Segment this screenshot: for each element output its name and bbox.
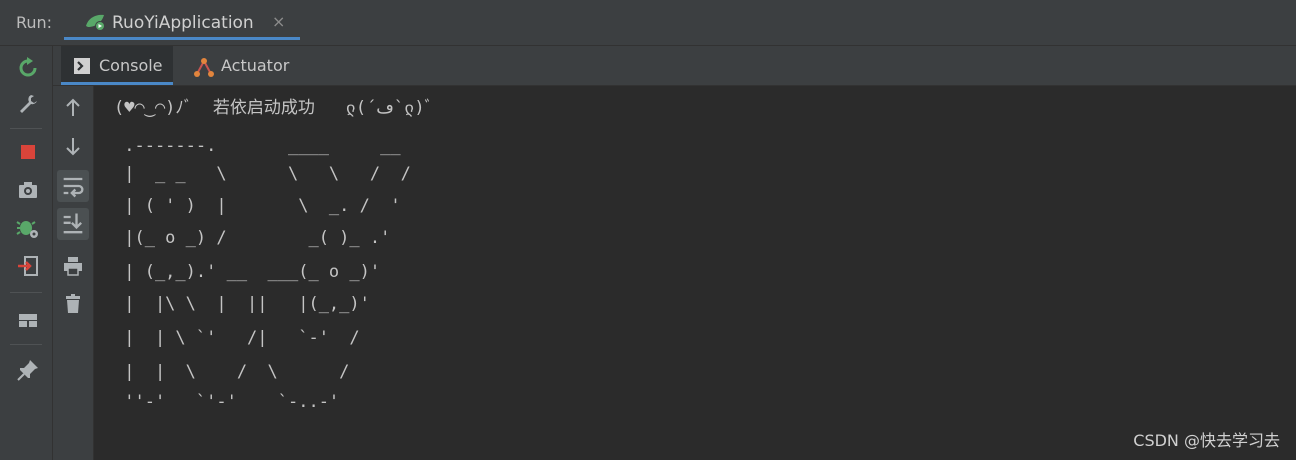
run-actions-strip: [0, 46, 53, 460]
trash-icon: [66, 294, 80, 313]
wrench-icon: [20, 95, 37, 113]
up-button[interactable]: [59, 94, 87, 122]
print-button[interactable]: [59, 252, 87, 280]
rerun-icon: [19, 57, 37, 77]
console-line: (♥◠‿◠)ﾉﾞ 若依启动成功 ლ(´ڡ`ლ)ﾞ: [114, 98, 434, 118]
run-tab-title: RuoYiApplication: [112, 13, 254, 33]
soft-wrap-button[interactable]: [57, 170, 89, 202]
stop-button[interactable]: [14, 138, 42, 166]
separator: [10, 128, 42, 129]
actuator-icon: [193, 57, 215, 81]
console-line: | | \ `' /| `-' /: [114, 328, 360, 348]
console-line: | _ _ \ \ \ / /: [114, 164, 411, 184]
console-line: |(_ o _) / _( )_ .': [114, 228, 391, 248]
debug-settings-button[interactable]: [14, 214, 42, 242]
dump-threads-button[interactable]: [14, 176, 42, 204]
console-line: | | \ / \ /: [114, 362, 350, 382]
tab-console[interactable]: Console: [61, 46, 173, 85]
spring-boot-run-icon: [84, 12, 108, 36]
console-icon: [73, 57, 91, 79]
soft-wrap-icon: [63, 177, 84, 198]
console-line: | ( ' ) | \ _. / ': [114, 196, 401, 216]
scroll-to-end-icon: [63, 213, 83, 234]
console-tools-strip: [53, 86, 94, 460]
console-tab-bar: Console Actuator: [53, 46, 1296, 86]
close-icon[interactable]: ×: [272, 12, 285, 31]
console-line: ''-' `'-' `-..-': [114, 392, 340, 412]
down-button[interactable]: [59, 132, 87, 160]
watermark-text: CSDN @快去学习去: [1133, 431, 1280, 450]
camera-icon: [19, 182, 37, 198]
settings-button[interactable]: [14, 90, 42, 118]
print-icon: [64, 257, 82, 276]
down-arrow-icon: [66, 138, 80, 156]
console-line: .-------. ____ __: [114, 136, 401, 156]
clear-all-button[interactable]: [59, 290, 87, 318]
layout-button[interactable]: [14, 306, 42, 334]
exit-icon: [18, 256, 38, 276]
run-toolbar: Run: RuoYiApplication ×: [0, 0, 1296, 46]
scroll-to-end-button[interactable]: [57, 208, 89, 240]
tab-actuator-label: Actuator: [221, 56, 290, 75]
pin-icon: [17, 360, 38, 381]
tab-console-label: Console: [99, 56, 163, 75]
run-tab-ruoyi-application[interactable]: RuoYiApplication ×: [64, 4, 300, 40]
separator: [10, 292, 42, 293]
stop-icon: [21, 145, 35, 159]
console-output[interactable]: (♥◠‿◠)ﾉﾞ 若依启动成功 ლ(´ڡ`ლ)ﾞ .-------. ____ …: [94, 86, 1296, 460]
layout-icon: [19, 314, 37, 327]
pin-tab-button[interactable]: [14, 356, 42, 384]
run-label: Run:: [16, 13, 53, 32]
rerun-button[interactable]: [14, 54, 42, 82]
up-arrow-icon: [66, 98, 80, 116]
bug-settings-icon: [16, 221, 38, 238]
console-line: | |\ \ | || |(_,_)': [114, 294, 370, 314]
exit-button[interactable]: [14, 252, 42, 280]
console-line: | (_,_).' __ ___(_ o _)': [114, 262, 381, 282]
tab-actuator[interactable]: Actuator: [181, 46, 301, 85]
separator: [10, 344, 42, 345]
